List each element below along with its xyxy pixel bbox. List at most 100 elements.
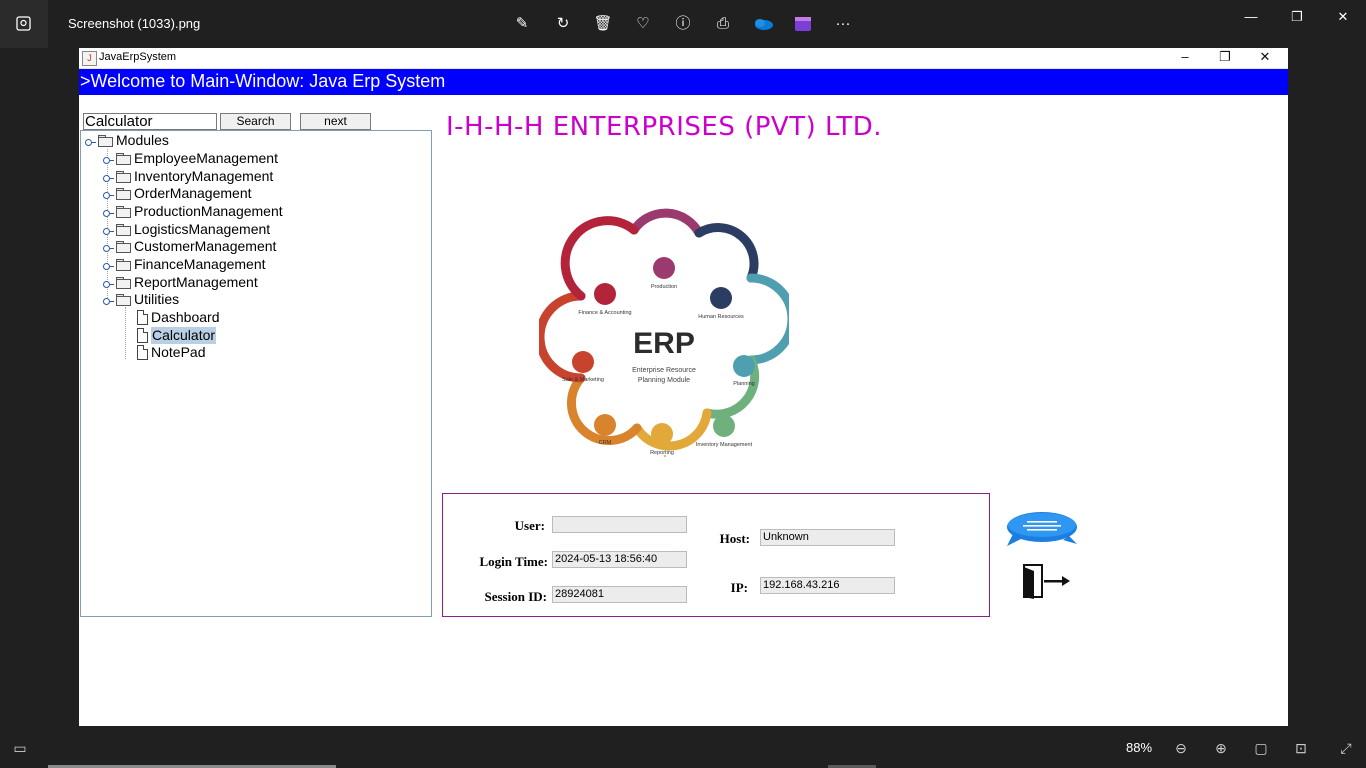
logo-label-finance: Finance & Accounting xyxy=(578,310,631,316)
clipchamp-icon[interactable] xyxy=(791,12,815,36)
zoom-level: 88% xyxy=(1126,740,1153,755)
inventory-icon xyxy=(713,415,735,437)
logo-label-inventory: Inventory Management xyxy=(696,442,753,448)
expand-handle-icon[interactable] xyxy=(103,245,114,252)
file-name: Screenshot (1033).png xyxy=(68,16,201,31)
host-field[interactable]: Unknown xyxy=(760,529,895,546)
search-button[interactable]: Search xyxy=(220,113,291,130)
logo-segment-production xyxy=(629,208,704,238)
document-icon xyxy=(137,328,148,343)
window-titlebar: J JavaErpSystem – ❐ ✕ xyxy=(79,48,1288,69)
folder-icon xyxy=(116,259,131,271)
document-icon xyxy=(137,345,148,360)
user-field[interactable] xyxy=(552,516,687,533)
folder-icon xyxy=(116,171,131,183)
planning-icon xyxy=(733,355,755,377)
expand-handle-icon[interactable] xyxy=(103,192,114,199)
next-button[interactable]: next xyxy=(300,113,371,130)
expand-handle-icon[interactable] xyxy=(103,175,114,182)
tree-item-calculator[interactable]: Calculator xyxy=(81,327,331,344)
folder-icon xyxy=(116,294,131,306)
hr-icon xyxy=(710,287,732,309)
user-label: User: xyxy=(514,518,545,533)
edit-image-icon[interactable]: ✎ xyxy=(510,12,534,36)
logo-label-hr: Human Resources xyxy=(698,314,744,320)
welcome-banner: >Welcome to Main-Window: Java Erp System xyxy=(79,69,1288,95)
logo-center-subtitle-2: Planning Module xyxy=(638,377,690,384)
session-id-field[interactable]: 28924081 xyxy=(552,586,687,603)
java-app-icon: J xyxy=(82,51,97,66)
crm-icon xyxy=(594,414,616,436)
zoom-in-icon[interactable]: ⊕ xyxy=(1210,737,1232,759)
close-icon[interactable]: ✕ xyxy=(1320,6,1366,28)
more-icon[interactable]: ··· xyxy=(831,12,855,36)
window-title: JavaErpSystem xyxy=(99,51,177,63)
finance-icon xyxy=(594,283,616,305)
expand-handle-icon[interactable] xyxy=(103,281,114,288)
folder-icon xyxy=(116,241,131,253)
logo-label-reporting: Reporting xyxy=(650,450,674,456)
folder-icon xyxy=(98,135,113,147)
viewer-bottombar: ▭ 88% ⊖ ⊕ ▢ ⊡ ⤢ xyxy=(0,728,1366,768)
chat-icon[interactable] xyxy=(1005,510,1079,548)
welcome-text: >Welcome to Main-Window: Java Erp System xyxy=(80,71,446,91)
tree-item-notepad[interactable]: NotePad xyxy=(81,344,331,361)
ip-field[interactable]: 192.168.43.216 xyxy=(760,577,895,594)
expand-handle-icon[interactable] xyxy=(103,228,114,235)
delete-icon[interactable]: 🗑 xyxy=(591,12,615,36)
tree-item-order-management[interactable]: OrderManagement xyxy=(81,185,331,202)
fullscreen-icon[interactable]: ⤢ xyxy=(1335,737,1357,759)
tree-item-inventory-management[interactable]: InventoryManagement xyxy=(81,168,331,185)
sales-icon xyxy=(572,351,594,373)
expand-handle-icon[interactable] xyxy=(103,298,114,305)
session-id-label: Session ID: xyxy=(484,589,548,604)
tree-item-utilities[interactable]: Utilities xyxy=(81,291,331,308)
filmstrip-icon[interactable]: ▭ xyxy=(9,737,31,759)
logo-label-crm: CRM xyxy=(599,440,612,446)
tree-root-modules[interactable]: Modules xyxy=(81,132,281,149)
folder-icon xyxy=(116,224,131,236)
minimize-icon[interactable]: — xyxy=(1228,6,1274,28)
tree-item-production-management[interactable]: ProductionManagement xyxy=(81,203,331,220)
window-minimize-icon[interactable]: – xyxy=(1165,48,1205,68)
tree-item-report-management[interactable]: ReportManagement xyxy=(81,274,331,291)
login-time-label: Login Time: xyxy=(479,554,548,569)
print-icon[interactable]: ⎙ xyxy=(711,12,735,36)
logo-center-title: ERP xyxy=(633,327,695,360)
window-restore-icon[interactable]: ❐ xyxy=(1205,48,1245,68)
zoom-out-icon[interactable]: ⊖ xyxy=(1170,737,1192,759)
actual-size-icon[interactable]: ⊡ xyxy=(1290,737,1312,759)
document-icon xyxy=(137,310,148,325)
folder-icon xyxy=(116,188,131,200)
expand-handle-icon[interactable] xyxy=(103,157,114,164)
logo-center-subtitle-1: Enterprise Resource xyxy=(632,367,696,374)
expand-handle-icon[interactable] xyxy=(103,210,114,217)
tree-item-dashboard[interactable]: Dashboard xyxy=(81,309,331,326)
ip-label: IP: xyxy=(730,580,748,595)
search-input[interactable]: Calculator xyxy=(83,113,217,130)
tree-item-finance-management[interactable]: FinanceManagement xyxy=(81,256,331,273)
window-close-icon[interactable]: ✕ xyxy=(1245,48,1285,68)
tree-item-logistics-management[interactable]: LogisticsManagement xyxy=(81,221,331,238)
favorite-icon[interactable]: ♡ xyxy=(631,12,655,36)
exit-door-icon[interactable] xyxy=(1022,563,1072,601)
maximize-icon[interactable]: ❐ xyxy=(1274,6,1320,28)
folder-icon xyxy=(116,277,131,289)
selected-tree-label: Calculator xyxy=(151,327,217,344)
expand-handle-icon[interactable] xyxy=(85,139,96,146)
rotate-icon[interactable]: ↻ xyxy=(551,12,575,36)
logo-segment-hr xyxy=(694,223,759,283)
tree-item-employee-management[interactable]: EmployeeManagement xyxy=(81,150,331,167)
logo-label-production: Production xyxy=(651,284,677,290)
erp-logo: ERP Enterprise Resource Planning Module … xyxy=(539,208,789,457)
module-tree[interactable]: Modules EmployeeManagement InventoryMana… xyxy=(80,130,432,617)
folder-icon xyxy=(116,153,131,165)
onedrive-icon[interactable] xyxy=(751,12,775,36)
info-icon[interactable]: ⓘ xyxy=(671,12,695,36)
tree-item-customer-management[interactable]: CustomerManagement xyxy=(81,238,331,255)
expand-handle-icon[interactable] xyxy=(103,263,114,270)
folder-icon xyxy=(116,206,131,218)
fit-to-window-icon[interactable]: ▢ xyxy=(1250,737,1272,759)
logo-label-planning: Planning xyxy=(733,381,754,387)
login-time-field[interactable]: 2024-05-13 18:56:40 xyxy=(552,551,687,568)
